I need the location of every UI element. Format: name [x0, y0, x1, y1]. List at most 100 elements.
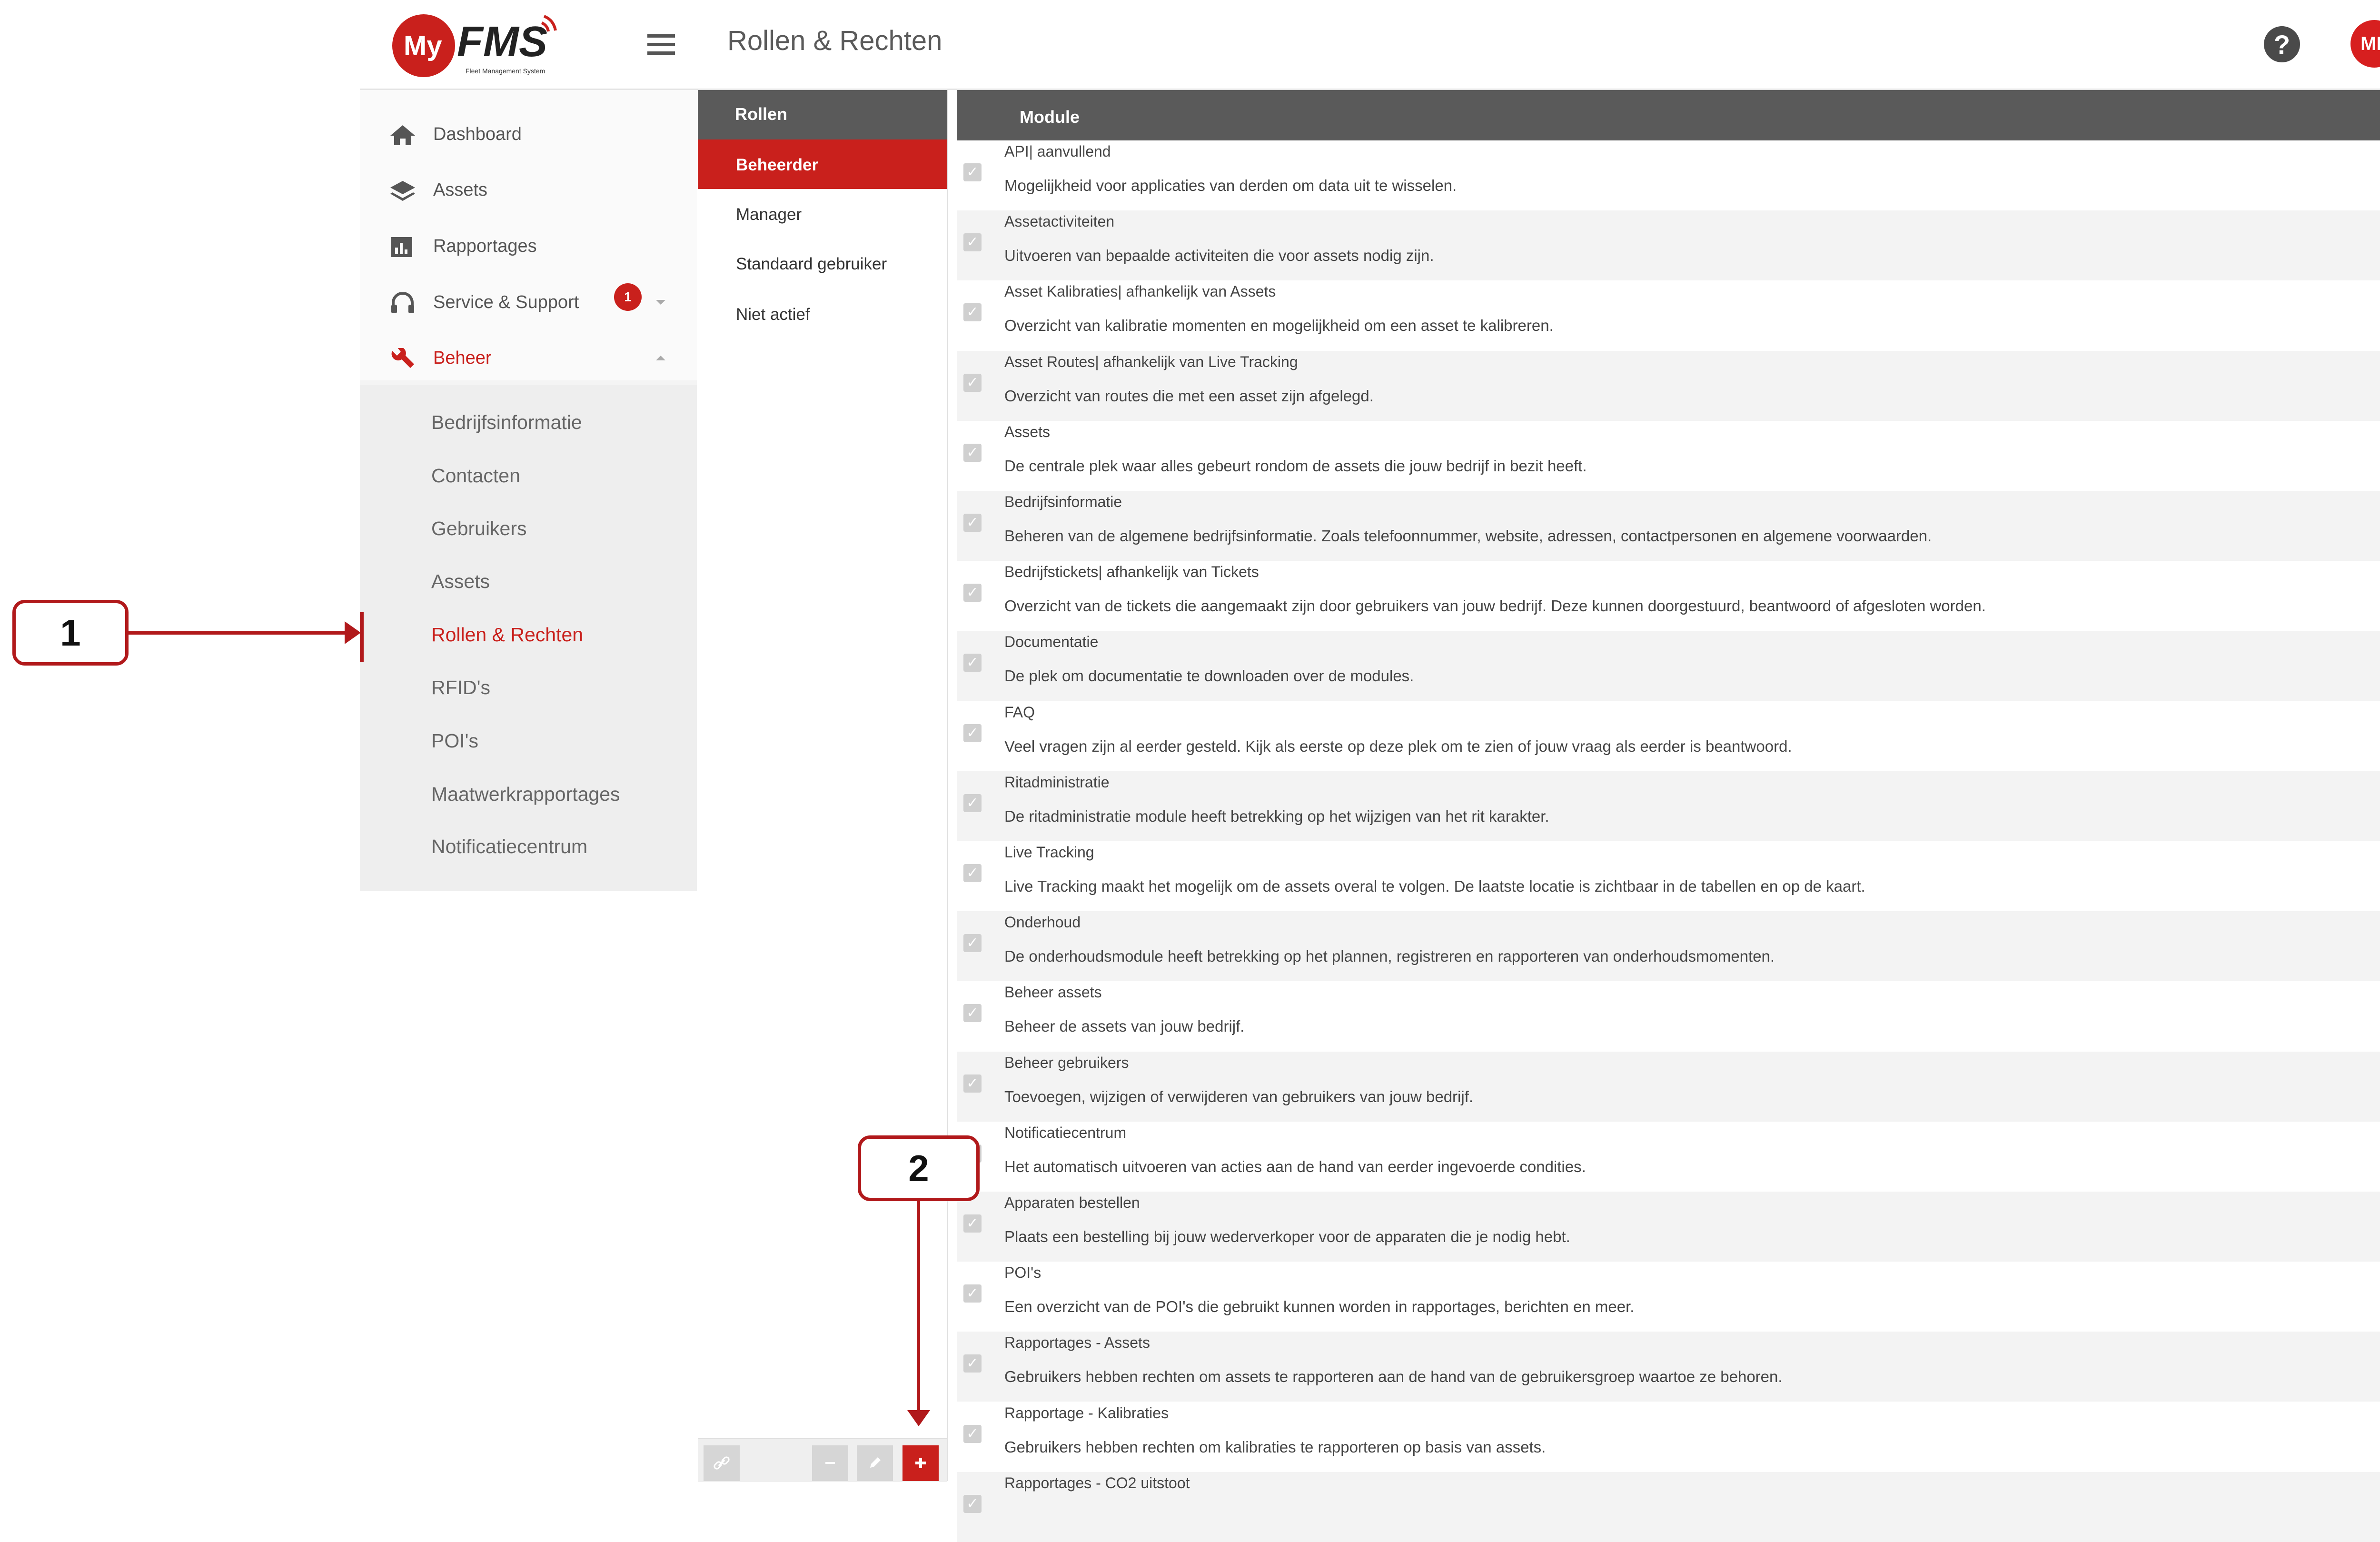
module-title: Bedrijfsinformatie: [1004, 493, 1122, 510]
menu-icon[interactable]: [647, 34, 676, 55]
module-checkbox[interactable]: ✓: [963, 443, 982, 462]
module-row[interactable]: ✓ Onderhoud De onderhoudsmodule heeft betr…: [957, 911, 2380, 982]
module-row[interactable]: ✓ Asset Kalibraties| afhankelijk van Asse…: [957, 280, 2380, 350]
module-row[interactable]: ✓ Live Tracking Live Tracking maakt het mo…: [957, 841, 2380, 911]
module-row[interactable]: ✓ FAQ Veel vragen zijn al eerder gesteld. …: [957, 701, 2380, 771]
submenu-item-maatwerkrapportages[interactable]: Maatwerkrapportages: [431, 783, 620, 806]
module-checkbox[interactable]: ✓: [963, 1424, 982, 1443]
module-description: Plaats een bestelling bij jouw wederverk…: [1004, 1228, 1570, 1245]
submenu-item-bedrijfsinformatie[interactable]: Bedrijfsinformatie: [431, 411, 582, 434]
module-row[interactable]: ✓ Apparaten bestellen Plaats een bestellin…: [957, 1192, 2380, 1262]
module-row[interactable]: ✓ Assets De centrale plek waar alles gebeu…: [957, 421, 2380, 491]
chevron-down-icon[interactable]: [654, 298, 667, 307]
module-checkbox[interactable]: ✓: [963, 934, 982, 953]
module-description: Gebruikers hebben rechten om kalibraties…: [1004, 1438, 1546, 1456]
module-row[interactable]: ✓ Rapportage - Kalibraties Gebruikers hebb…: [957, 1402, 2380, 1472]
link-button[interactable]: [704, 1445, 740, 1481]
module-checkbox[interactable]: ✓: [963, 794, 982, 812]
module-row[interactable]: ✓ Beheer assets Beheer de assets van jouw …: [957, 981, 2380, 1051]
sidebar-item-beheer[interactable]: Beheer: [360, 335, 697, 382]
module-description: Veel vragen zijn al eerder gesteld. Kijk…: [1004, 737, 1792, 755]
submenu-item-pois[interactable]: POI's: [431, 730, 478, 752]
headset-icon: [391, 292, 414, 313]
module-checkbox[interactable]: ✓: [963, 1354, 982, 1373]
role-label: Manager: [736, 205, 802, 224]
layers-icon: [390, 181, 415, 201]
module-title: Beheer assets: [1004, 984, 1102, 1001]
add-role-button[interactable]: [902, 1445, 939, 1481]
module-checkbox[interactable]: ✓: [963, 514, 982, 532]
module-row[interactable]: ✓NotificatiecentrumHet automatisch uitvo…: [957, 1122, 2380, 1192]
module-row[interactable]: ✓ API| aanvullend Mogelijkheid voor applic…: [957, 140, 2380, 210]
module-row[interactable]: ✓ POI's Een overzicht van de POI's die geb…: [957, 1262, 2380, 1332]
module-checkbox[interactable]: ✓: [963, 724, 982, 742]
module-row[interactable]: ✓ Beheer gebruikers Toevoegen, wijzigen of…: [957, 1051, 2380, 1122]
module-description: Overzicht van de tickets die aangemaakt …: [1004, 597, 1986, 615]
module-description: Live Tracking maakt het mogelijk om de a…: [1004, 877, 1865, 895]
plus-icon: [915, 1458, 926, 1468]
sidebar-item-assets[interactable]: Assets: [360, 167, 697, 214]
module-checkbox[interactable]: ✓: [963, 654, 982, 672]
module-title: Beheer gebruikers: [1004, 1054, 1129, 1071]
module-checkbox[interactable]: ✓: [963, 864, 982, 882]
module-row[interactable]: ✓ Assetactiviteiten Uitvoeren van bepaalde…: [957, 210, 2380, 281]
module-row[interactable]: ✓ Rapportages - CO2 uitstoot: [957, 1472, 2380, 1542]
sidebar-item-dashboard[interactable]: Dashboard: [360, 111, 697, 159]
page-title: Rollen & Rechten: [727, 25, 942, 56]
submenu-item-rfids[interactable]: RFID's: [431, 676, 490, 699]
module-row[interactable]: ✓ Rapportages - Assets Gebruikers hebben r…: [957, 1332, 2380, 1402]
module-row[interactable]: ✓ Bedrijfstickets| afhankelijk van Ticket…: [957, 561, 2380, 631]
module-row[interactable]: ✓ Bedrijfsinformatie Beheren van de algeme…: [957, 491, 2380, 561]
logo-my: My: [404, 30, 442, 61]
module-checkbox[interactable]: ✓: [963, 1004, 982, 1023]
edit-role-button[interactable]: [857, 1445, 893, 1481]
module-column-header: Module: [1020, 107, 1080, 127]
module-checkbox[interactable]: ✓: [963, 1494, 982, 1513]
chevron-up-icon[interactable]: [654, 354, 667, 362]
annotation-arrow-1-head: [345, 621, 361, 644]
role-label: Standaard gebruiker: [736, 255, 887, 273]
module-checkbox[interactable]: ✓: [963, 1214, 982, 1233]
module-description: Mogelijkheid voor applicaties van derden…: [1004, 177, 1457, 194]
annotation-callout-2: 2: [858, 1135, 980, 1201]
module-row[interactable]: ✓ Documentatie De plek om documentatie te …: [957, 631, 2380, 701]
roles-header-label: Rollen: [735, 104, 788, 124]
role-label: Beheerder: [736, 156, 819, 174]
module-checkbox[interactable]: ✓: [963, 163, 982, 181]
select-all-checkbox[interactable]: [965, 107, 983, 125]
role-item-beheerder[interactable]: Beheerder: [698, 139, 947, 189]
module-row[interactable]: ✓ Asset Routes| afhankelijk van Live Trac…: [957, 350, 2380, 421]
module-checkbox[interactable]: ✓: [963, 303, 982, 322]
submenu-item-assets[interactable]: Assets: [431, 570, 490, 593]
module-checkbox[interactable]: ✓: [963, 233, 982, 252]
bar-chart-icon: [391, 237, 412, 257]
help-icon[interactable]: ?: [2264, 26, 2300, 62]
annotation-marker-1: [360, 612, 364, 662]
annotation-arrow-1: [129, 631, 348, 635]
submenu-item-contacten[interactable]: Contacten: [431, 465, 520, 487]
module-row[interactable]: ✓ Ritadministratie De ritadministratie mod…: [957, 771, 2380, 841]
module-title: Bedrijfstickets| afhankelijk van Tickets: [1004, 563, 1259, 581]
module-title: Assets: [1004, 423, 1051, 440]
submenu-item-notificatiecentrum[interactable]: Notificatiecentrum: [431, 836, 587, 858]
module-description: Het automatisch uitvoeren van acties aan…: [1004, 1157, 1586, 1175]
role-item-standaard-gebruiker[interactable]: Standaard gebruiker: [698, 239, 947, 288]
module-checkbox[interactable]: ✓: [963, 584, 982, 602]
module-checkbox[interactable]: ✓: [963, 1284, 982, 1303]
sidebar-item-service-support[interactable]: Service & Support: [360, 279, 697, 327]
sidebar-item-rapportages[interactable]: Rapportages: [360, 223, 697, 270]
modules-table-header: Module: [957, 90, 2380, 140]
module-checkbox[interactable]: ✓: [963, 373, 982, 392]
remove-role-button[interactable]: [812, 1445, 848, 1481]
module-checkbox[interactable]: ✓: [963, 1074, 982, 1093]
role-item-manager[interactable]: Manager: [698, 189, 947, 239]
submenu-item-rollen-rechten[interactable]: Rollen & Rechten: [431, 624, 583, 646]
role-item-niet-actief[interactable]: Niet actief: [698, 289, 947, 338]
module-description: De onderhoudsmodule heeft betrekking op …: [1004, 947, 1775, 965]
annotation-arrow-2: [917, 1201, 920, 1413]
home-icon: [390, 125, 415, 145]
submenu-item-gebruikers[interactable]: Gebruikers: [431, 517, 527, 540]
myfms-logo[interactable]: My FMS Fleet Management System: [385, 8, 575, 79]
sidebar-main-nav: Dashboard Assets Rapportages Service & S…: [360, 90, 697, 380]
module-title: Documentatie: [1004, 633, 1099, 651]
